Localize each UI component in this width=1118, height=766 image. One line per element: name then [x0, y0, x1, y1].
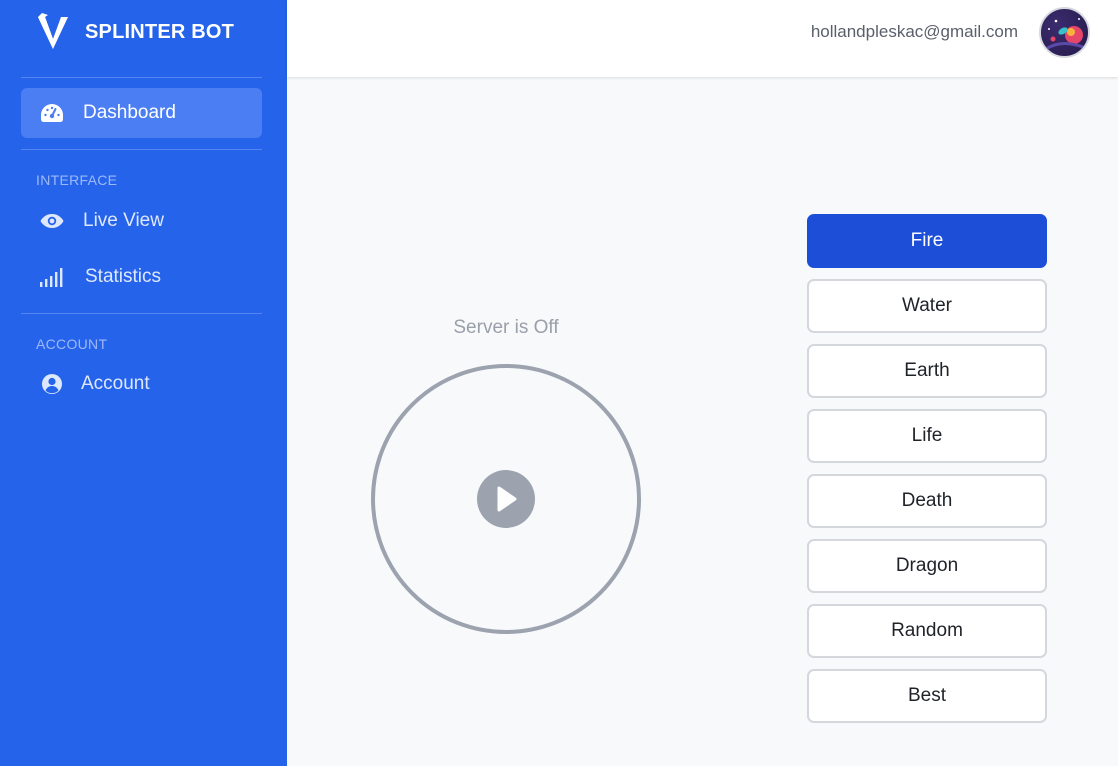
section-heading-account: ACCOUNT	[36, 336, 108, 352]
sidebar-item-statistics[interactable]: Statistics	[21, 252, 262, 302]
sidebar-item-label: Statistics	[85, 266, 162, 287]
avatar-image	[1045, 18, 1084, 51]
signal-bars-icon	[39, 264, 65, 290]
brand[interactable]: SPLINTER BOT	[36, 12, 234, 52]
sidebar-divider	[21, 313, 262, 314]
element-button-dragon[interactable]: Dragon	[807, 539, 1047, 593]
brand-name: SPLINTER BOT	[85, 20, 235, 43]
server-status-text: Server is Off	[453, 317, 559, 338]
element-button-death[interactable]: Death	[807, 474, 1047, 528]
user-circle-icon	[39, 371, 65, 397]
sidebar-divider	[21, 77, 262, 78]
sidebar-divider	[21, 149, 262, 150]
play-icon	[497, 486, 517, 512]
eye-icon	[39, 208, 65, 234]
element-button-earth[interactable]: Earth	[807, 344, 1047, 398]
sidebar: SPLINTER BOT Dashboard INTERFACE Live Vi…	[0, 0, 287, 766]
element-button-water[interactable]: Water	[807, 279, 1047, 333]
sidebar-item-label: Dashboard	[83, 102, 176, 123]
section-heading-interface: INTERFACE	[36, 172, 118, 188]
element-button-life[interactable]: Life	[807, 409, 1047, 463]
element-button-fire[interactable]: Fire	[807, 214, 1047, 268]
start-server-button[interactable]	[477, 470, 535, 528]
sidebar-item-label: Live View	[83, 210, 164, 231]
sidebar-item-live-view[interactable]: Live View	[21, 196, 262, 246]
avatar[interactable]	[1039, 7, 1090, 58]
element-button-random[interactable]: Random	[807, 604, 1047, 658]
sidebar-item-label: Account	[81, 373, 150, 394]
element-button-best[interactable]: Best	[807, 669, 1047, 723]
sidebar-item-account[interactable]: Account	[21, 359, 262, 409]
topbar: hollandpleskac@gmail.com	[287, 0, 1118, 77]
speedometer-icon	[39, 100, 65, 126]
user-email[interactable]: hollandpleskac@gmail.com	[811, 22, 1018, 42]
brand-logo-icon	[38, 13, 68, 49]
sidebar-item-dashboard[interactable]: Dashboard	[21, 88, 262, 138]
